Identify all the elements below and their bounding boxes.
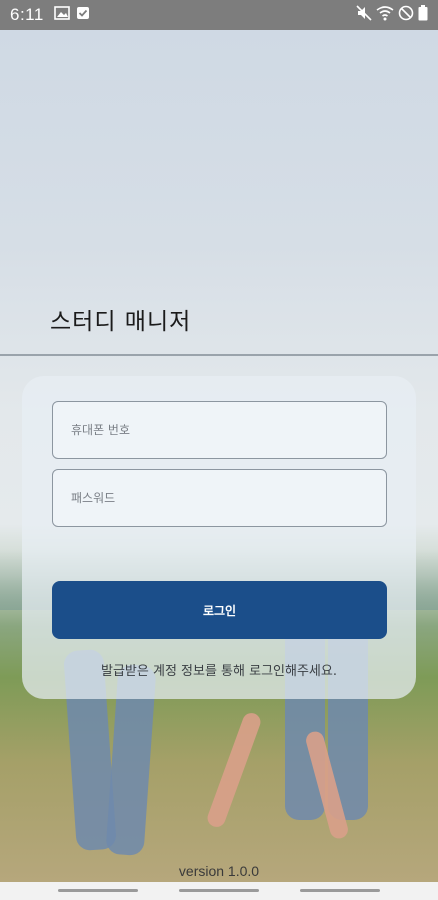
password-input[interactable] [71, 491, 386, 505]
phone-input[interactable] [71, 423, 386, 437]
image-icon [54, 5, 70, 25]
navigation-bar [0, 882, 438, 900]
check-box-icon [76, 5, 90, 25]
login-button[interactable]: 로그인 [52, 581, 387, 639]
title-divider [0, 354, 438, 356]
wifi-icon [376, 5, 394, 26]
nav-back-button[interactable] [300, 889, 380, 892]
background-figure [205, 710, 263, 830]
battery-icon [418, 4, 428, 26]
nav-home-button[interactable] [179, 889, 259, 892]
status-time: 6:11 [10, 5, 44, 24]
status-bar: 6:11 [0, 0, 438, 30]
password-field[interactable] [52, 469, 387, 527]
phone-field[interactable] [52, 401, 387, 459]
mute-icon [356, 4, 372, 26]
nav-recents-button[interactable] [58, 889, 138, 892]
version-label: version 1.0.0 [178, 863, 260, 879]
app-title: 스터디 매니저 [50, 309, 192, 335]
login-hint: 발급받은 계정 정보를 통해 로그인해주세요. [101, 664, 337, 679]
dnd-icon [398, 5, 414, 26]
